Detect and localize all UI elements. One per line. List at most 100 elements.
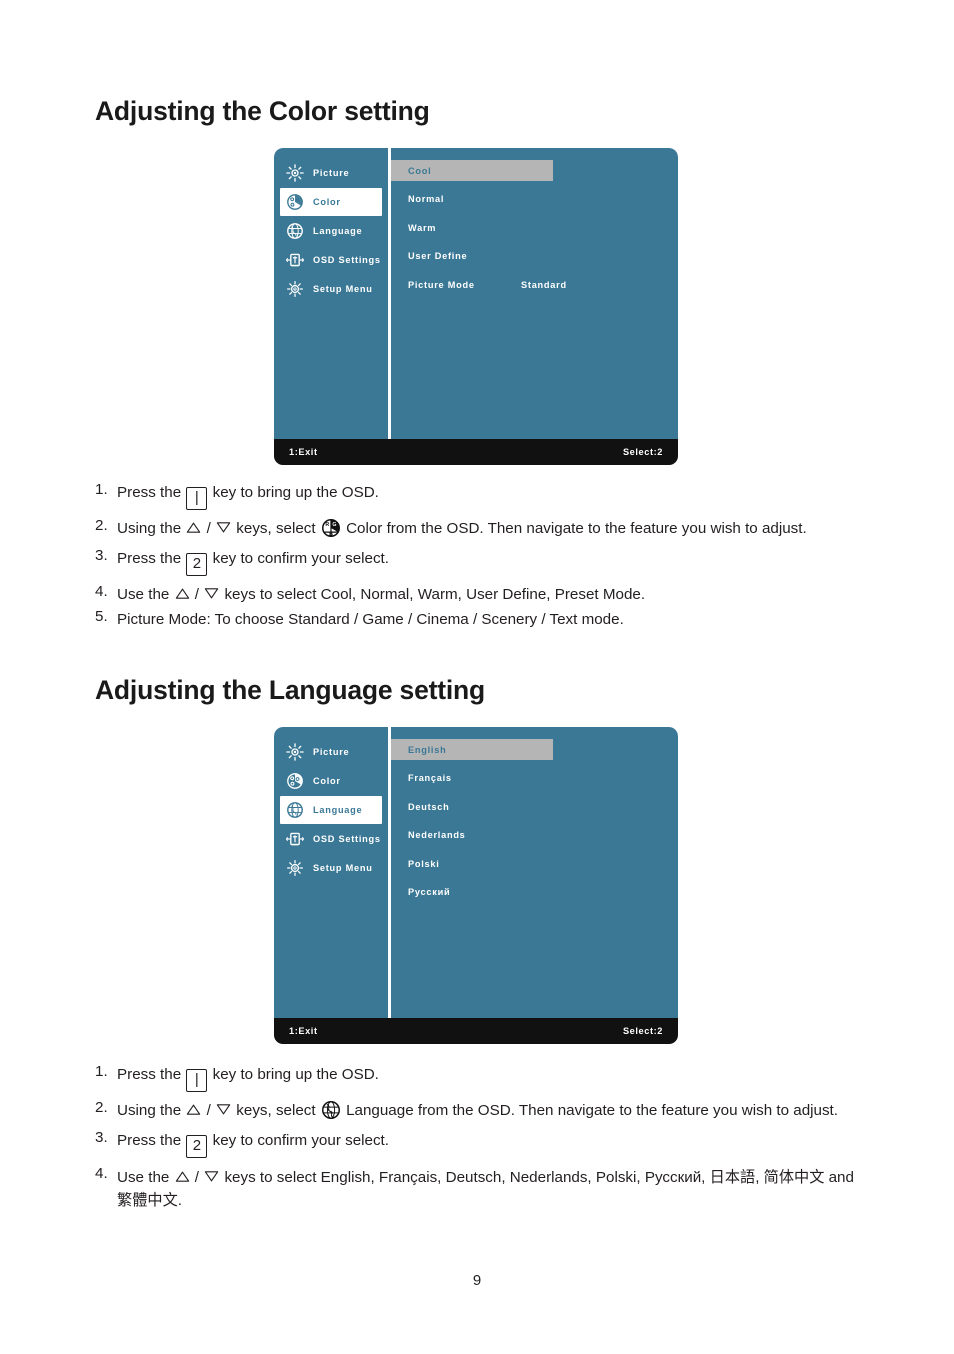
- osd-option-label: Warm: [408, 222, 437, 233]
- step-number: 4.: [95, 583, 108, 601]
- gear-icon: [287, 281, 303, 297]
- instruction-step: 1. Press the | key to bring up the OSD.: [95, 1064, 865, 1092]
- step-text: Use the / keys to select English, França…: [117, 1168, 854, 1210]
- osd-option-label: Polski: [408, 858, 440, 869]
- osd-option-deutsch[interactable]: Deutsch: [391, 796, 678, 817]
- instruction-step: 3. Press the 2 key to confirm your select…: [95, 1129, 865, 1159]
- arrow-down-key-icon: [205, 588, 219, 599]
- osd-sidebar-item-language[interactable]: Language: [280, 217, 382, 245]
- step-text: Use the / keys to select Cool, Normal, W…: [117, 586, 646, 604]
- arrow-up-key-icon: [187, 522, 201, 533]
- step-number: 4.: [95, 1165, 108, 1183]
- step-text: Press the 2 key to confirm your select.: [117, 1130, 865, 1159]
- osd-settings-icon: [286, 253, 304, 267]
- step-number: 2.: [95, 1099, 108, 1116]
- instruction-list-language: 1. Press the | key to bring up the OSD. 2.…: [95, 1064, 865, 1220]
- instruction-step: 2. Using the / keys, select Language from…: [95, 1100, 865, 1122]
- svg-text:G: G: [332, 522, 336, 528]
- osd-body: Picture Color Language OSD Settings Setup Me…: [274, 727, 678, 1018]
- osd-option-label: Français: [408, 773, 452, 783]
- osd-footer: 1:Exit Select:2: [274, 1018, 678, 1044]
- color-wheel-icon: [287, 194, 303, 210]
- osd-sidebar-item-color[interactable]: Color: [280, 188, 382, 216]
- instruction-list-color: 1. Press the | key to bring up the OSD. 2.…: [95, 482, 860, 634]
- osd-option-english[interactable]: English: [391, 739, 553, 760]
- step-number: 3.: [95, 547, 108, 565]
- brightness-sun-icon: [286, 164, 304, 182]
- osd-select-hint: Select:2: [622, 1026, 663, 1036]
- osd-option-cool[interactable]: Cool: [391, 160, 553, 181]
- osd-option-polski[interactable]: Polski: [391, 853, 678, 874]
- color-rgb-icon: R GB: [321, 519, 340, 537]
- step-number: 1.: [95, 481, 108, 498]
- osd-sidebar[interactable]: Picture Color Language OSD Settings Setup Me…: [274, 148, 388, 439]
- osd-exit-hint: 1:Exit: [289, 447, 318, 457]
- instruction-step: 4. Use the / keys to select Cool, Normal,…: [95, 584, 860, 606]
- step-text: Press the | key to bring up the OSD.: [117, 1064, 865, 1092]
- osd-footer: 1:Exit Select:2: [274, 439, 678, 465]
- osd-sidebar-item-picture[interactable]: Picture: [280, 159, 382, 187]
- osd-option-picture-mode[interactable]: Picture Mode Standard: [391, 274, 678, 295]
- osd-option-label: Русский: [408, 887, 451, 897]
- instruction-step: 1. Press the | key to bring up the OSD.: [95, 482, 860, 510]
- osd-sidebar-item-label: Picture: [313, 168, 350, 178]
- arrow-up-key-icon: [187, 1104, 201, 1115]
- step-text: Using the / keys, select Language from t…: [117, 1101, 838, 1119]
- osd-sidebar-item-osd-settings[interactable]: OSD Settings: [280, 825, 382, 853]
- osd-sidebar-item-osd-settings[interactable]: OSD Settings: [280, 246, 382, 274]
- page-title-language-setting: Adjusting the Language setting: [95, 675, 486, 705]
- osd-sidebar-item-setup-menu[interactable]: Setup Menu: [280, 854, 382, 882]
- osd-option-label: Nederlands: [408, 830, 466, 840]
- step-number: 3.: [95, 1129, 108, 1147]
- osd-menu-color[interactable]: Picture Color Language OSD Settings Setup Me…: [274, 148, 678, 465]
- osd-exit-hint: 1:Exit: [289, 1026, 318, 1036]
- arrow-down-key-icon: [205, 1171, 219, 1182]
- osd-sidebar-item-label: Language: [313, 226, 363, 236]
- instruction-step: 4. Use the / keys to select English, Fran…: [95, 1166, 865, 1212]
- osd-option-français[interactable]: Français: [391, 768, 678, 789]
- osd-sidebar[interactable]: Picture Color Language OSD Settings Setup Me…: [274, 727, 388, 1018]
- osd-option-label: Deutsch: [408, 801, 450, 812]
- osd-option-normal[interactable]: Normal: [391, 189, 678, 210]
- osd-sidebar-item-label: OSD Settings: [313, 834, 381, 844]
- osd-option-label: Normal: [408, 194, 445, 204]
- osd-sidebar-item-picture[interactable]: Picture: [280, 738, 382, 766]
- step-text: Press the | key to bring up the OSD.: [117, 482, 860, 510]
- osd-sidebar-item-label: Color: [313, 776, 341, 786]
- osd-option-user-define[interactable]: User Define: [391, 246, 678, 267]
- step-text: Press the 2 key to confirm your select.: [117, 548, 860, 577]
- osd-sidebar-item-setup-menu[interactable]: Setup Menu: [280, 275, 382, 303]
- instruction-step: 3. Press the 2 key to confirm your select…: [95, 547, 860, 577]
- gear-icon: [287, 860, 303, 876]
- step-text: Using the / keys, select RGB Color from …: [117, 519, 807, 537]
- globe-icon: [287, 223, 303, 239]
- brightness-sun-icon: [286, 743, 304, 761]
- osd-option-nederlands[interactable]: Nederlands: [391, 825, 678, 846]
- globe-icon: [321, 1101, 340, 1119]
- page-title-color-setting: Adjusting the Color setting: [95, 96, 430, 126]
- osd-sidebar-item-language[interactable]: Language: [280, 796, 382, 824]
- osd-option-label: Picture Mode: [408, 279, 475, 290]
- osd-option-warm[interactable]: Warm: [391, 217, 678, 238]
- osd-body: Picture Color Language OSD Settings Setup Me…: [274, 148, 678, 439]
- osd-sidebar-item-label: Setup Menu: [313, 284, 373, 294]
- globe-icon: [287, 802, 303, 818]
- document-page: Adjusting the Color setting Picture Color…: [0, 0, 954, 1354]
- arrow-up-key-icon: [175, 588, 189, 599]
- instruction-step: 5. Picture Mode: To choose Standard / Gam…: [95, 609, 860, 631]
- osd-option-list[interactable]: English Français Deutsch Nederlands Polski Ру…: [391, 727, 678, 1018]
- osd-sidebar-item-label: Color: [313, 197, 341, 207]
- arrow-down-key-icon: [216, 1104, 231, 1115]
- osd-sidebar-item-color[interactable]: Color: [280, 767, 382, 795]
- osd-option-label: English: [408, 744, 447, 755]
- step-text: Picture Mode: To choose Standard / Game …: [117, 611, 624, 629]
- osd-option-label: User Define: [408, 251, 468, 261]
- osd-option-русский[interactable]: Русский: [391, 882, 678, 903]
- instruction-step: 2. Using the / keys, select RGB Color fro…: [95, 518, 860, 540]
- svg-text:R: R: [325, 522, 329, 528]
- osd-sidebar-item-label: Language: [313, 805, 363, 815]
- osd-select-hint: Select:2: [622, 447, 663, 457]
- osd-option-value: Standard: [521, 279, 567, 290]
- osd-option-list[interactable]: Cool Normal Warm User Define Picture Mode Sta…: [391, 148, 678, 439]
- osd-menu-language[interactable]: Picture Color Language OSD Settings Setup Me…: [274, 727, 678, 1044]
